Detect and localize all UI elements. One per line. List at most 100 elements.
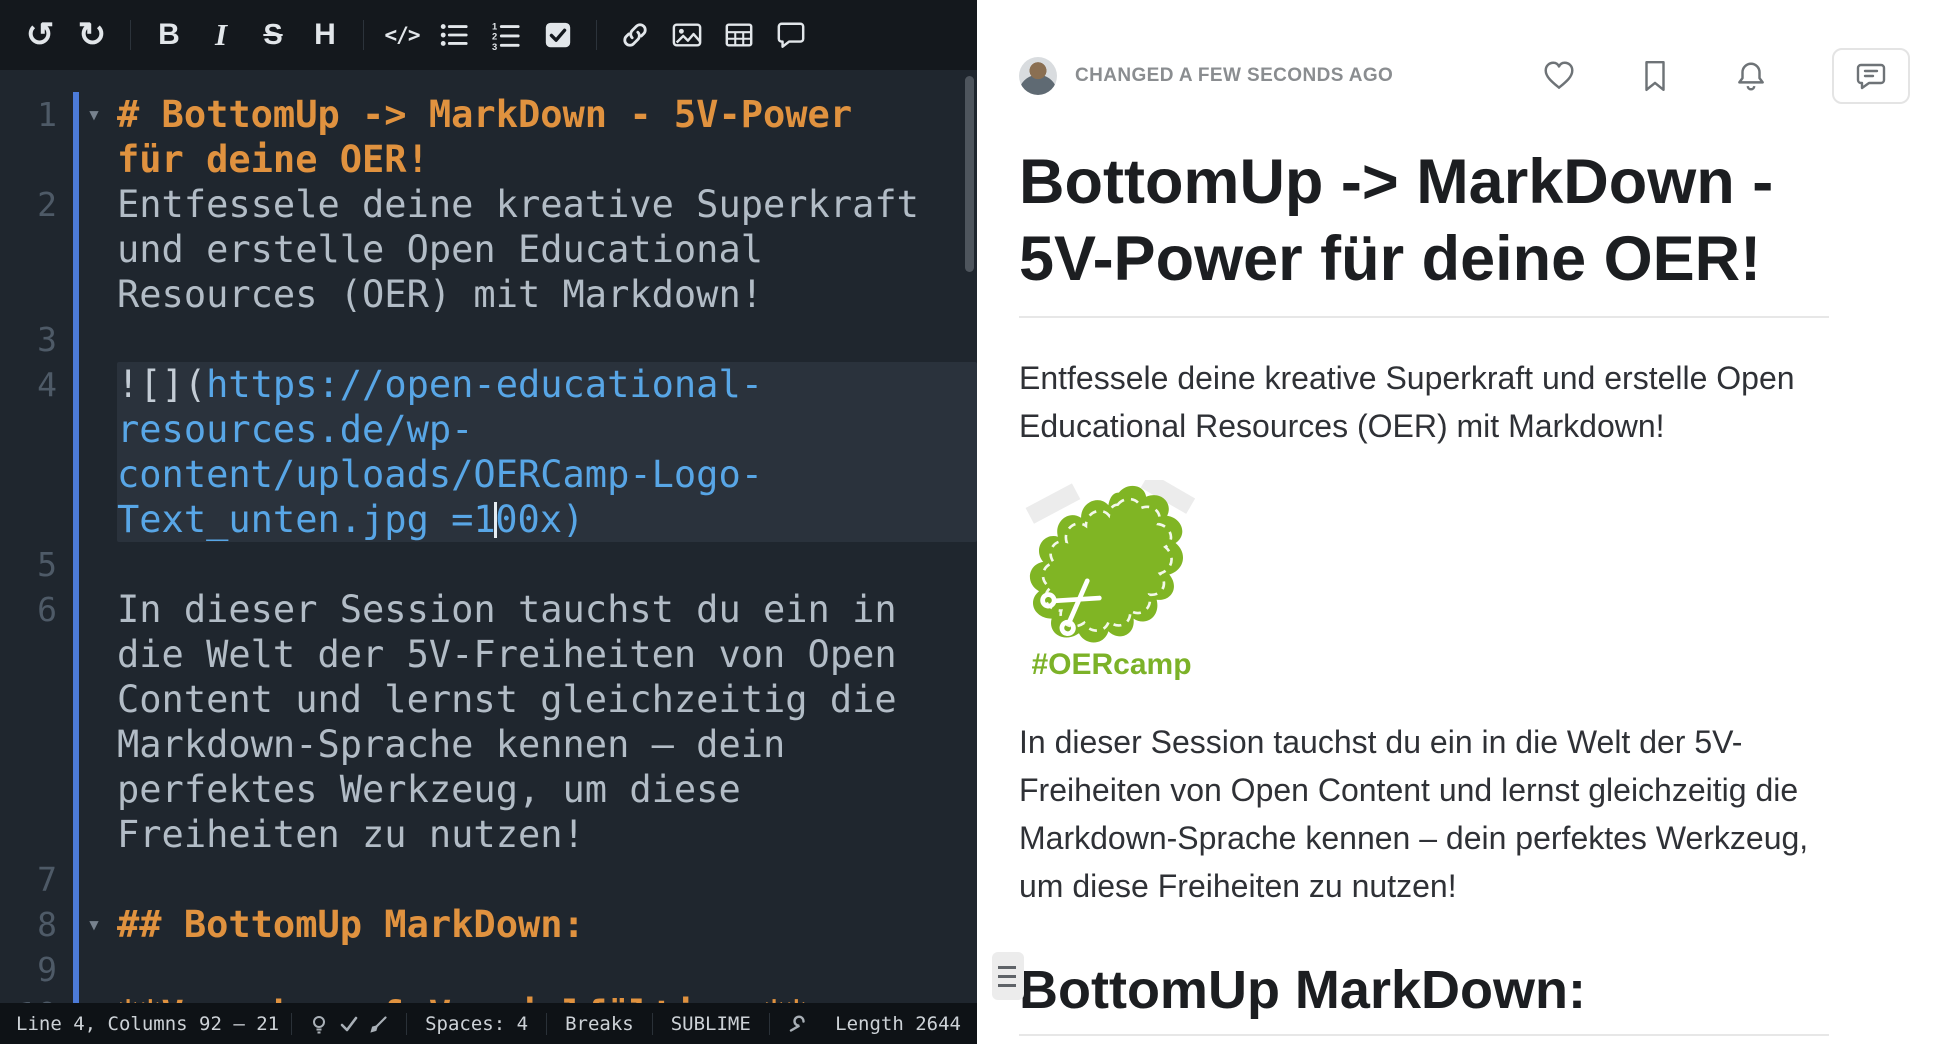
fold-spacer [79, 542, 109, 587]
image-button[interactable] [661, 6, 713, 64]
editor-lines: 1▾# BottomUp -> MarkDown - 5V-Power für … [0, 70, 977, 1037]
rendered-heading-1: BottomUp -> MarkDown - 5V-Power für dein… [1019, 144, 1829, 318]
split-resize-grip[interactable] [992, 952, 1024, 1000]
undo-button[interactable]: ↺ [14, 6, 66, 64]
statusbar-separator [652, 1013, 653, 1035]
fold-chevron-icon[interactable]: ▾ [79, 92, 109, 182]
brush-icon[interactable] [364, 1009, 394, 1039]
lightbulb-icon[interactable] [304, 1009, 334, 1039]
cursor-position-label: Line 4, Columns 92 — 21 [16, 1013, 279, 1035]
oercamp-logo-caption: #OERcamp [1019, 648, 1204, 682]
strikethrough-button[interactable]: S [247, 6, 299, 64]
italic-button[interactable]: I [195, 6, 247, 64]
bell-icon [1734, 59, 1768, 93]
editor-line-7[interactable]: 7 [0, 857, 977, 902]
code-editor[interactable]: 1▾# BottomUp -> MarkDown - 5V-Power für … [0, 70, 977, 1044]
bold-icon: B [158, 18, 180, 52]
editor-line-1[interactable]: 1▾# BottomUp -> MarkDown - 5V-Power für … [0, 92, 977, 182]
rendered-paragraph-2: In dieser Session tauchst du ein in die … [1019, 718, 1829, 910]
comment-icon [776, 20, 806, 50]
heading-button[interactable]: H [299, 6, 351, 64]
toolbar-separator [363, 20, 364, 50]
statusbar-separator [406, 1013, 407, 1035]
preview-pane: CHANGED A FEW SECONDS AGO [977, 0, 1938, 1044]
preview-body: BottomUp -> MarkDown - 5V-Power für dein… [1019, 144, 1829, 1036]
ordered-list-icon: 123 [491, 20, 521, 50]
editor-line-5[interactable]: 5 [0, 542, 977, 587]
table-icon [724, 20, 754, 50]
bold-button[interactable]: B [143, 6, 195, 64]
notifications-button[interactable] [1734, 59, 1768, 93]
editor-line-9[interactable]: 9 [0, 947, 977, 992]
statusbar-separator [291, 1013, 292, 1035]
rendered-paragraph-1: Entfessele deine kreative Superkraft und… [1019, 354, 1829, 450]
editor-scrollbar-thumb[interactable] [965, 76, 974, 272]
fold-spacer [79, 857, 109, 902]
line-number: 1 [0, 92, 57, 182]
editor-line-2[interactable]: 2Entfessele deine kreative Superkraft un… [0, 182, 977, 317]
editor-line-4[interactable]: 4![](https://open-educational-resources.… [0, 362, 977, 542]
line-number: 5 [0, 542, 57, 587]
link-icon [620, 20, 650, 50]
italic-icon: I [215, 17, 227, 53]
toolbar-separator [130, 20, 131, 50]
checklist-icon [543, 20, 573, 50]
fold-spacer [79, 587, 109, 857]
svg-text:1: 1 [492, 21, 497, 31]
image-icon [672, 20, 702, 50]
status-bar: Line 4, Columns 92 — 21 [0, 1003, 977, 1044]
bullet-list-button[interactable] [428, 6, 480, 64]
line-number: 6 [0, 587, 57, 857]
strikethrough-icon: S [263, 19, 282, 52]
checklist-button[interactable] [532, 6, 584, 64]
chat-bubble-icon [1855, 60, 1887, 92]
comment-button[interactable] [765, 6, 817, 64]
heart-icon [1542, 59, 1576, 93]
spaces-setting[interactable]: Spaces: 4 [419, 1013, 534, 1035]
wrench-icon[interactable] [782, 1009, 812, 1039]
markdown-editor-app: ↺ ↻ B I S H </> 123 [0, 0, 1938, 1044]
editor-line-6[interactable]: 6In dieser Session tauchst du ein in die… [0, 587, 977, 857]
bookmark-icon [1640, 59, 1670, 93]
bookmark-button[interactable] [1640, 59, 1670, 93]
line-number: 7 [0, 857, 57, 902]
keymap-setting[interactable]: SUBLIME [665, 1013, 757, 1035]
toolbar-separator [596, 20, 597, 50]
ordered-list-button[interactable]: 123 [480, 6, 532, 64]
preview-header: CHANGED A FEW SECONDS AGO [1019, 48, 1938, 104]
feedback-button[interactable] [1832, 48, 1910, 104]
last-changed-label: CHANGED A FEW SECONDS AGO [1075, 65, 1393, 87]
line-number: 8 [0, 902, 57, 947]
line-number: 9 [0, 947, 57, 992]
fold-chevron-icon[interactable]: ▾ [79, 902, 109, 947]
undo-icon: ↺ [26, 18, 55, 52]
document-length-label: Length 2644 [835, 1013, 961, 1035]
breaks-setting[interactable]: Breaks [559, 1013, 640, 1035]
redo-icon: ↻ [78, 18, 107, 52]
editor-toolbar: ↺ ↻ B I S H </> 123 [0, 0, 977, 70]
svg-text:2: 2 [492, 32, 497, 42]
link-button[interactable] [609, 6, 661, 64]
statusbar-separator [769, 1013, 770, 1035]
table-button[interactable] [713, 6, 765, 64]
fold-spacer [79, 182, 109, 317]
bullet-list-icon [439, 20, 469, 50]
statusbar-separator [546, 1013, 547, 1035]
redo-button[interactable]: ↻ [66, 6, 118, 64]
code-icon: </> [385, 23, 420, 47]
like-button[interactable] [1542, 59, 1576, 93]
editor-line-3[interactable]: 3 [0, 317, 977, 362]
code-button[interactable]: </> [376, 6, 428, 64]
spellcheck-icon[interactable] [334, 1009, 364, 1039]
line-number: 3 [0, 317, 57, 362]
line-number: 2 [0, 182, 57, 317]
editor-line-8[interactable]: 8▾## BottomUp MarkDown: [0, 902, 977, 947]
svg-text:3: 3 [492, 42, 497, 50]
fold-spacer [79, 947, 109, 992]
fold-spacer [79, 362, 109, 542]
author-avatar[interactable] [1019, 57, 1057, 95]
editor-pane: ↺ ↻ B I S H </> 123 [0, 0, 977, 1044]
oercamp-logo-image: #OERcamp [1019, 480, 1219, 682]
heading-icon: H [314, 18, 336, 52]
fold-spacer [79, 317, 109, 362]
